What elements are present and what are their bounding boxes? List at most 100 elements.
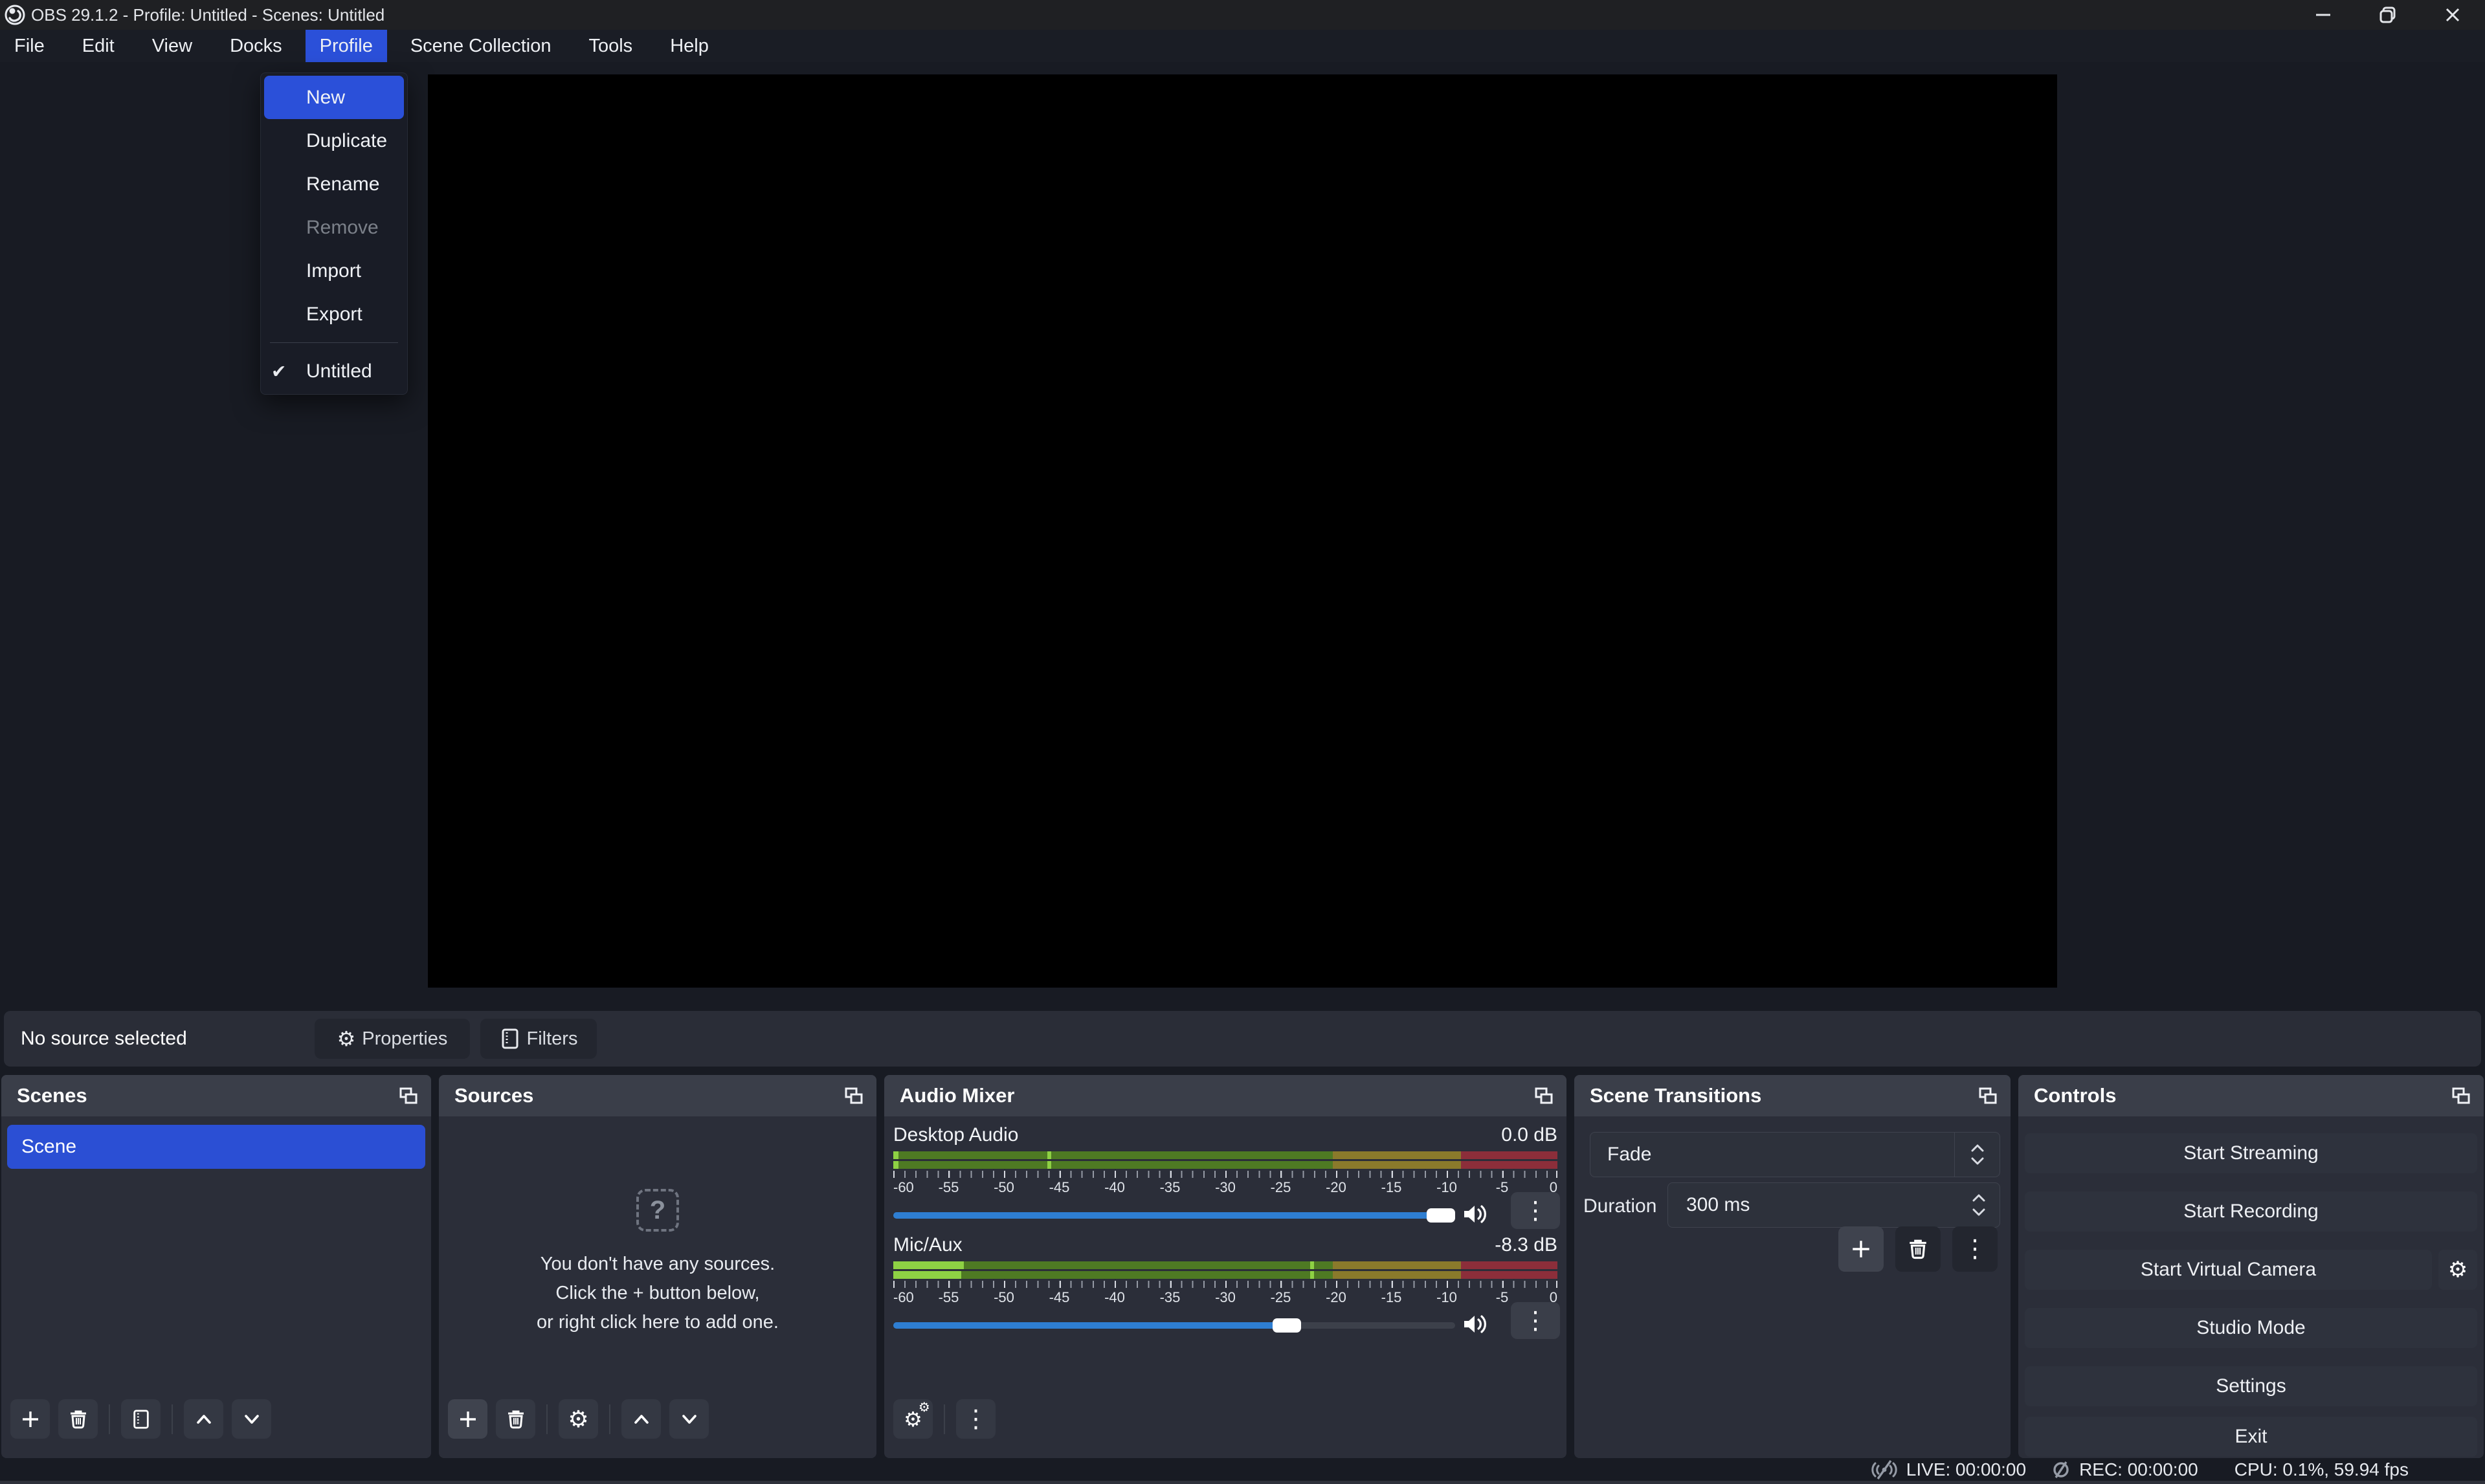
sources-empty-state[interactable]: ? You don't have any sources. Click the … <box>439 1116 876 1337</box>
gear-icon: ⚙ <box>568 1408 588 1431</box>
profile-menu-rename[interactable]: Rename <box>261 162 407 206</box>
move-scene-down-button[interactable] <box>232 1399 271 1439</box>
profile-menu-duplicate[interactable]: Duplicate <box>261 119 407 162</box>
record-disabled-icon <box>2051 1459 2071 1480</box>
duration-label: Duration <box>1583 1195 1656 1217</box>
profile-menu-export[interactable]: Export <box>261 293 407 336</box>
chevron-up-icon <box>1971 1193 1987 1202</box>
volume-slider[interactable] <box>893 1212 1455 1219</box>
preview-canvas[interactable] <box>428 74 2057 988</box>
menu-separator <box>270 342 398 343</box>
speaker-icon[interactable] <box>1462 1202 1489 1226</box>
scene-list-item[interactable]: Scene <box>7 1125 425 1169</box>
chevron-up-icon <box>631 1409 652 1430</box>
profile-menu-import[interactable]: Import <box>261 249 407 293</box>
sources-panel-header[interactable]: Sources <box>439 1075 876 1116</box>
transition-selected-value: Fade <box>1590 1144 1954 1166</box>
add-transition-button[interactable] <box>1838 1226 1884 1272</box>
popout-icon <box>399 1087 418 1105</box>
advanced-audio-properties-button[interactable]: ⚙⚙ <box>893 1399 933 1439</box>
scenes-panel-header[interactable]: Scenes <box>1 1075 431 1116</box>
question-mark-icon: ? <box>636 1189 679 1232</box>
filters-button[interactable]: Filters <box>480 1019 597 1059</box>
menu-bar: File Edit View Docks Profile Scene Colle… <box>0 30 2485 62</box>
move-source-up-button[interactable] <box>621 1399 661 1439</box>
obs-logo-icon <box>4 4 26 26</box>
mixer-channel-mic-aux: Mic/Aux -8.3 dB -60 -55 -50 -45 -40 -35 … <box>893 1234 1557 1340</box>
start-streaming-button[interactable]: Start Streaming <box>2025 1133 2477 1173</box>
properties-button[interactable]: ⚙ Properties <box>315 1019 470 1059</box>
profile-menu-remove: Remove <box>261 206 407 249</box>
sources-footer-toolbar: ⚙ <box>448 1399 709 1439</box>
duration-spin-arrows[interactable] <box>1958 1193 2000 1217</box>
transition-select-arrows[interactable] <box>1954 1133 2000 1177</box>
menu-tools[interactable]: Tools <box>574 30 647 62</box>
double-gear-icon: ⚙⚙ <box>904 1409 922 1430</box>
speaker-icon[interactable] <box>1462 1312 1489 1336</box>
kebab-icon: ⋮ <box>1963 1237 1987 1261</box>
exit-button[interactable]: Exit <box>2025 1417 2477 1457</box>
duration-spinbox[interactable]: 300 ms <box>1667 1182 2000 1228</box>
channel-options-button[interactable]: ⋮ <box>1511 1302 1560 1339</box>
profile-menu-untitled[interactable]: ✔ Untitled <box>261 349 407 393</box>
start-virtual-camera-button[interactable]: Start Virtual Camera <box>2025 1250 2432 1290</box>
scene-filters-button[interactable] <box>121 1399 161 1439</box>
controls-panel: Controls Start Streaming Start Recording… <box>2018 1075 2484 1458</box>
source-properties-button[interactable]: ⚙ <box>559 1399 598 1439</box>
minimize-button[interactable] <box>2291 0 2356 30</box>
remove-transition-button[interactable] <box>1895 1226 1941 1272</box>
profile-menu-new[interactable]: New <box>264 76 404 119</box>
add-scene-button[interactable] <box>10 1399 50 1439</box>
menu-docks[interactable]: Docks <box>216 30 296 62</box>
channel-options-button[interactable]: ⋮ <box>1511 1192 1560 1229</box>
controls-panel-header[interactable]: Controls <box>2018 1075 2484 1116</box>
trash-icon <box>69 1409 88 1430</box>
volume-slider-handle[interactable] <box>1427 1208 1455 1223</box>
window-title: OBS 29.1.2 - Profile: Untitled - Scenes:… <box>31 5 384 25</box>
channel-name: Desktop Audio <box>893 1124 1018 1146</box>
scene-transitions-panel-header[interactable]: Scene Transitions <box>1574 1075 2011 1116</box>
trash-icon <box>506 1409 526 1430</box>
empty-sources-line2: Click the + button below, <box>439 1279 876 1308</box>
broadcast-disabled-icon <box>1870 1459 1899 1481</box>
close-button[interactable] <box>2420 0 2485 30</box>
profile-dropdown-menu: New Duplicate Rename Remove Import Expor… <box>260 72 408 395</box>
toolbar-separator <box>109 1404 110 1434</box>
kebab-icon: ⋮ <box>1523 1309 1548 1333</box>
title-bar: OBS 29.1.2 - Profile: Untitled - Scenes:… <box>0 0 2485 30</box>
mixer-options-button[interactable]: ⋮ <box>956 1399 996 1439</box>
volume-slider[interactable] <box>893 1322 1455 1329</box>
menu-help[interactable]: Help <box>656 30 723 62</box>
audio-mixer-panel-header[interactable]: Audio Mixer <box>884 1075 1566 1116</box>
add-source-button[interactable] <box>448 1399 487 1439</box>
menu-file[interactable]: File <box>0 30 59 62</box>
maximize-button[interactable] <box>2356 0 2420 30</box>
virtual-camera-settings-button[interactable]: ⚙ <box>2438 1250 2477 1290</box>
studio-mode-button[interactable]: Studio Mode <box>2025 1308 2477 1348</box>
transition-properties-button[interactable]: ⋮ <box>1952 1226 1998 1272</box>
move-source-down-button[interactable] <box>669 1399 709 1439</box>
toolbar-separator <box>944 1404 945 1434</box>
menu-view[interactable]: View <box>138 30 206 62</box>
start-recording-button[interactable]: Start Recording <box>2025 1191 2477 1232</box>
move-scene-up-button[interactable] <box>184 1399 223 1439</box>
volume-slider-handle[interactable] <box>1273 1318 1301 1333</box>
controls-title: Controls <box>2034 1084 2116 1107</box>
gear-icon: ⚙ <box>337 1028 356 1049</box>
duration-value: 300 ms <box>1668 1194 1958 1216</box>
popout-icon <box>844 1087 864 1105</box>
channel-name: Mic/Aux <box>893 1234 963 1256</box>
remove-source-button[interactable] <box>496 1399 535 1439</box>
menu-profile[interactable]: Profile <box>306 30 387 62</box>
menu-scene-collection[interactable]: Scene Collection <box>396 30 566 62</box>
scenes-panel: Scenes Scene <box>1 1075 431 1458</box>
settings-button[interactable]: Settings <box>2025 1366 2477 1406</box>
chevron-down-icon <box>241 1409 262 1430</box>
properties-label: Properties <box>362 1028 447 1050</box>
transition-select[interactable]: Fade <box>1590 1132 2000 1177</box>
live-time: LIVE: 00:00:00 <box>1906 1459 2026 1480</box>
menu-edit[interactable]: Edit <box>68 30 129 62</box>
remove-scene-button[interactable] <box>58 1399 98 1439</box>
meter-ticks <box>893 1171 1557 1178</box>
filter-icon <box>500 1028 520 1050</box>
